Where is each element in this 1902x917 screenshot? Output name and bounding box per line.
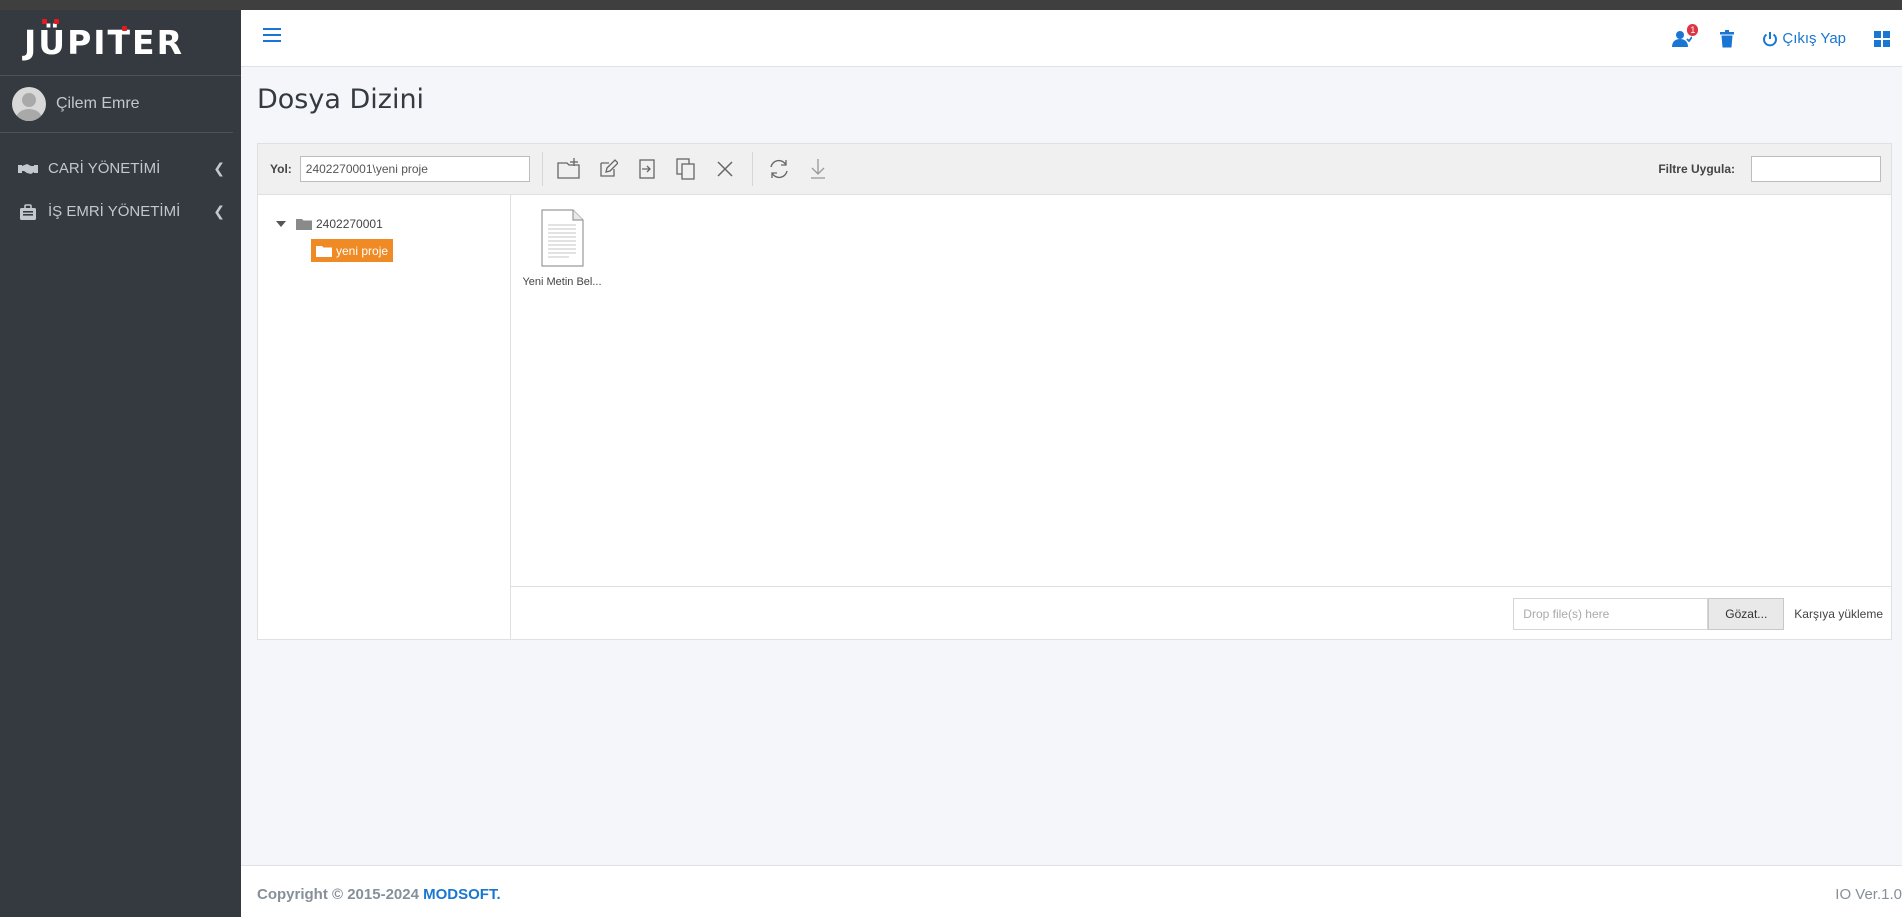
user-panel[interactable]: Çilem Emre [0,76,233,133]
menu-toggle-icon[interactable] [263,28,281,42]
edit-icon [600,159,618,177]
refresh-icon [770,159,788,179]
filter-label: Filtre Uygula: [1658,162,1735,176]
copyright: Copyright © 2015-2024 MODSOFT. [257,886,501,903]
sidebar: JÜPITER Çilem Emre CARİ YÖNETİMİ ❮ İŞ EM… [0,10,241,917]
delete-button[interactable] [711,155,739,183]
sidebar-item-is-emri-yonetimi[interactable]: İŞ EMRİ YÖNETİMİ ❮ [0,190,241,233]
copy-icon [676,158,695,180]
new-folder-icon [557,158,580,179]
sidebar-item-label: CARİ YÖNETİMİ [48,160,161,177]
user-name: Çilem Emre [56,95,140,112]
download-button[interactable] [804,155,832,183]
toolbar-separator [541,152,543,186]
logout-label: Çıkış Yap [1782,30,1846,47]
browse-button[interactable]: Gözat... [1708,597,1785,630]
folder-tree: 2402270001 yeni proje [258,195,511,640]
tree-node-selected[interactable]: yeni proje [311,239,394,262]
filter-input[interactable] [1751,156,1881,182]
sidebar-item-cari-yonetimi[interactable]: CARİ YÖNETİMİ ❮ [0,147,241,190]
copyright-text: Copyright © 2015-2024 [257,886,424,903]
tree-node-label: yeni proje [336,243,389,258]
version-text: IO Ver.1.0 [1835,886,1902,903]
chevron-left-icon: ❮ [213,160,225,176]
file-name: Yeni Metin Bel... [522,276,602,288]
brand-dot [54,19,59,24]
rename-button[interactable] [594,155,622,183]
refresh-button[interactable] [765,155,793,183]
filter-group: Filtre Uygula: [1658,156,1881,182]
window-top-strip [0,0,1902,10]
upload-bar: Drop file(s) here Gözat... Karşıya yükle… [511,587,1891,640]
grid-button[interactable] [1874,30,1890,47]
top-header: 1 Çıkış Yap [241,10,1902,67]
drop-zone-input[interactable]: Drop file(s) here [1513,597,1709,630]
brand-text: JÜPITER [24,23,185,62]
upload-label[interactable]: Karşıya yükleme [1794,607,1883,621]
sidebar-nav: CARİ YÖNETİMİ ❮ İŞ EMRİ YÖNETİMİ ❮ [0,147,241,233]
brand-dot [42,19,47,24]
page-title: Dosya Dizini [257,84,425,115]
file-list: Yeni Metin Bel... [511,195,1891,587]
brand-logo: JÜPITER [24,19,185,62]
download-icon [810,159,825,179]
close-icon [717,161,733,177]
caret-down-icon[interactable] [276,221,286,227]
file-manager-body: 2402270001 yeni proje Yeni Metin Bel... … [258,195,1891,640]
file-item[interactable]: Yeni Metin Bel... [519,209,605,288]
folder-icon [296,219,312,230]
move-button[interactable] [633,155,661,183]
grid-icon [1874,30,1890,47]
folder-icon [316,245,332,257]
move-icon [639,159,655,179]
tree-node-root[interactable]: 2402270001 [276,217,383,231]
logout-button[interactable]: Çıkış Yap [1762,30,1846,47]
file-manager-toolbar: Yol: 2402270001\yeni proje Filtre Uygula… [258,144,1891,195]
new-folder-button[interactable] [555,155,583,183]
footer: Copyright © 2015-2024 MODSOFT. IO Ver.1.… [241,865,1902,917]
path-input[interactable] [299,156,530,182]
header-actions: 1 Çıkış Yap [1672,10,1902,67]
copy-button[interactable] [672,155,700,183]
brand-logo-link[interactable]: JÜPITER [0,10,241,76]
trash-icon [1720,29,1735,47]
notification-badge: 1 [1687,23,1699,36]
handshake-icon [16,161,40,177]
text-document-icon [541,209,584,267]
avatar [12,87,46,121]
company-link[interactable]: MODSOFT. [423,886,501,903]
users-button[interactable]: 1 [1672,23,1699,48]
sidebar-item-label: İŞ EMRİ YÖNETİMİ [48,203,181,220]
briefcase-icon [16,203,40,221]
trash-button[interactable] [1720,29,1735,48]
chevron-left-icon: ❮ [213,203,225,219]
power-icon [1763,31,1778,46]
file-manager: Yol: 2402270001\yeni proje Filtre Uygula… [257,143,1892,640]
tree-node-label: 2402270001 [316,217,383,231]
path-label: Yol: [270,162,292,176]
toolbar-separator [751,152,753,186]
brand-dot [122,26,127,31]
